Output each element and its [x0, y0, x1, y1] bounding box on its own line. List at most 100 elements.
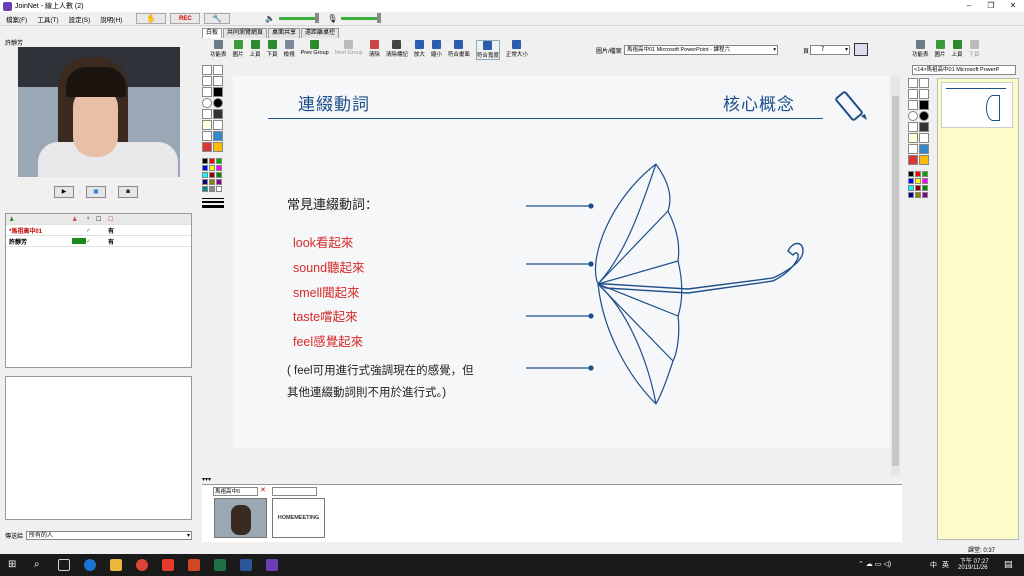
line-width-picker[interactable]	[202, 198, 224, 208]
excel-icon[interactable]	[214, 559, 226, 571]
right-menu-button[interactable]: 功能表	[912, 40, 929, 58]
toolbar-fit-width-button[interactable]: 符合寬度	[475, 40, 500, 60]
video-settings-button[interactable]: ▣	[86, 186, 106, 198]
tray-time[interactable]: 下午 07:27	[960, 556, 989, 565]
toolbar-zoom-in-button[interactable]: 放大	[414, 40, 425, 58]
toolbar-fit-screen-button[interactable]: 符合畫面	[448, 40, 470, 58]
color-swatch[interactable]	[216, 172, 222, 178]
right-next-button[interactable]: 下頁	[969, 40, 980, 58]
star-stamp-icon[interactable]	[213, 142, 223, 152]
toolbar-clear-button[interactable]: 清除	[369, 40, 380, 58]
tab-whiteboard[interactable]: 白板	[202, 28, 223, 38]
zoom-tool-icon[interactable]	[908, 144, 918, 154]
filled-polygon-tool-icon[interactable]	[919, 122, 929, 132]
toolbar-zoom-out-button[interactable]: 縮小	[431, 40, 442, 58]
sync-button[interactable]	[854, 43, 868, 56]
color-swatch[interactable]	[908, 178, 914, 184]
text-tool-icon[interactable]	[908, 89, 918, 99]
tab-remote-control[interactable]: 遠距離桌控	[301, 28, 340, 38]
speaker-volume-slider[interactable]	[279, 13, 320, 23]
color-swatch[interactable]	[915, 171, 921, 177]
polygon-tool-icon[interactable]	[908, 122, 918, 132]
chrome-icon[interactable]	[136, 559, 148, 571]
toolbar-next-page-button[interactable]: 下頁	[267, 40, 278, 58]
color-swatch[interactable]	[915, 192, 921, 198]
acrobat-icon[interactable]	[162, 559, 174, 571]
notes-area[interactable]	[937, 78, 1019, 540]
tray-date[interactable]: 2019/11/26	[958, 565, 988, 571]
filled-polygon-tool-icon[interactable]	[213, 109, 223, 119]
ellipse-tool-icon[interactable]	[202, 98, 212, 108]
color-swatch[interactable]	[209, 165, 215, 171]
video-off-button[interactable]: ▶	[54, 186, 74, 198]
color-swatch[interactable]	[209, 158, 215, 164]
polygon-tool-icon[interactable]	[202, 109, 212, 119]
line-tool-icon[interactable]	[213, 76, 223, 86]
color-swatch[interactable]	[209, 172, 215, 178]
restore-button[interactable]: ❐	[980, 0, 1002, 12]
zoom-tool-icon[interactable]	[202, 131, 212, 141]
toolbar-normal-size-button[interactable]: 正常大小	[506, 40, 528, 58]
color-swatch[interactable]	[209, 179, 215, 185]
toolbar-view-button[interactable]: 檢視	[284, 40, 295, 58]
toolbar-image-button[interactable]: 圖片	[233, 40, 244, 58]
notification-icon[interactable]: ▤	[1004, 559, 1013, 570]
color-swatch[interactable]	[922, 192, 928, 198]
file-select[interactable]: 馬祖高中01 Microsoft PowerPoint - 課程六 ▾	[624, 45, 778, 55]
right-file-select[interactable]: <14>馬祖高中01 Microsoft PowerP	[912, 65, 1016, 75]
menu-help[interactable]: 說明(H)	[100, 14, 122, 24]
page-select[interactable]: 7 ▾	[810, 45, 850, 55]
tray-icons[interactable]: ⌃ ☁ ▭ ◁)	[858, 560, 891, 568]
send-to-select[interactable]: 所有的人 ▾	[26, 530, 192, 540]
color-swatch[interactable]	[922, 178, 928, 184]
thumb-source-select[interactable]: 馬祖高中0	[213, 487, 258, 496]
color-swatch[interactable]	[922, 185, 928, 191]
toolbar-clear-marks-button[interactable]: 清除標記	[386, 40, 408, 58]
video-thumbnail[interactable]	[214, 498, 267, 538]
tab-cobrowse[interactable]: 共同瀏覽網頁	[223, 28, 268, 38]
filled-rect-tool-icon[interactable]	[919, 100, 929, 110]
color-swatch[interactable]	[202, 165, 208, 171]
highlight-text-tool-icon[interactable]	[202, 120, 212, 130]
color-swatch[interactable]	[915, 178, 921, 184]
menu-tools[interactable]: 工具(T)	[37, 14, 58, 24]
menu-settings[interactable]: 設定(S)	[69, 14, 91, 24]
ellipse-tool-icon[interactable]	[908, 111, 918, 121]
color-swatch[interactable]	[216, 165, 222, 171]
rect-tool-icon[interactable]	[908, 100, 918, 110]
color-swatch[interactable]	[908, 185, 914, 191]
whiteboard-slide[interactable]: 連綴動詞 核心概念 常見連綴動詞： look看起來 sound聽起來 smell…	[233, 76, 889, 448]
slide-preview-thumbnail[interactable]	[941, 82, 1013, 128]
color-swatch[interactable]	[908, 171, 914, 177]
pointer-tool-icon[interactable]	[202, 65, 212, 75]
edge-browser-icon[interactable]	[84, 559, 96, 571]
color-swatch[interactable]	[915, 185, 921, 191]
color-swatch[interactable]	[202, 158, 208, 164]
filled-ellipse-tool-icon[interactable]	[213, 98, 223, 108]
highlight-text-tool-icon[interactable]	[908, 133, 918, 143]
language-indicator[interactable]: 英	[942, 560, 949, 570]
color-swatch[interactable]	[202, 179, 208, 185]
ime-indicator[interactable]: 中	[930, 560, 937, 570]
fill-tool-icon[interactable]	[213, 131, 223, 141]
color-swatch[interactable]	[922, 171, 928, 177]
snapshot-button[interactable]: ◙	[118, 186, 138, 198]
right-prev-button[interactable]: 上頁	[952, 40, 963, 58]
toolbar-next-group-button[interactable]: Next Group	[335, 40, 363, 56]
toolbar-menu-button[interactable]: 功能表	[210, 40, 227, 58]
color-swatch[interactable]	[216, 158, 222, 164]
close-button[interactable]: ✕	[1002, 0, 1024, 12]
joinnet-taskbar-icon[interactable]	[266, 559, 278, 571]
word-icon[interactable]	[240, 559, 252, 571]
rect-tool-icon[interactable]	[202, 87, 212, 97]
minimize-button[interactable]: –	[958, 0, 980, 12]
apple-stamp-icon[interactable]	[202, 142, 212, 152]
powerpoint-icon[interactable]	[188, 559, 200, 571]
task-view-icon[interactable]	[58, 559, 70, 571]
hand-raise-button[interactable]: ✋	[136, 13, 167, 24]
toolbar-prev-page-button[interactable]: 上頁	[250, 40, 261, 58]
color-swatch[interactable]	[202, 186, 208, 192]
slide-scrollbar[interactable]	[891, 76, 900, 476]
color-swatch[interactable]	[209, 186, 215, 192]
color-swatch[interactable]	[216, 186, 222, 192]
